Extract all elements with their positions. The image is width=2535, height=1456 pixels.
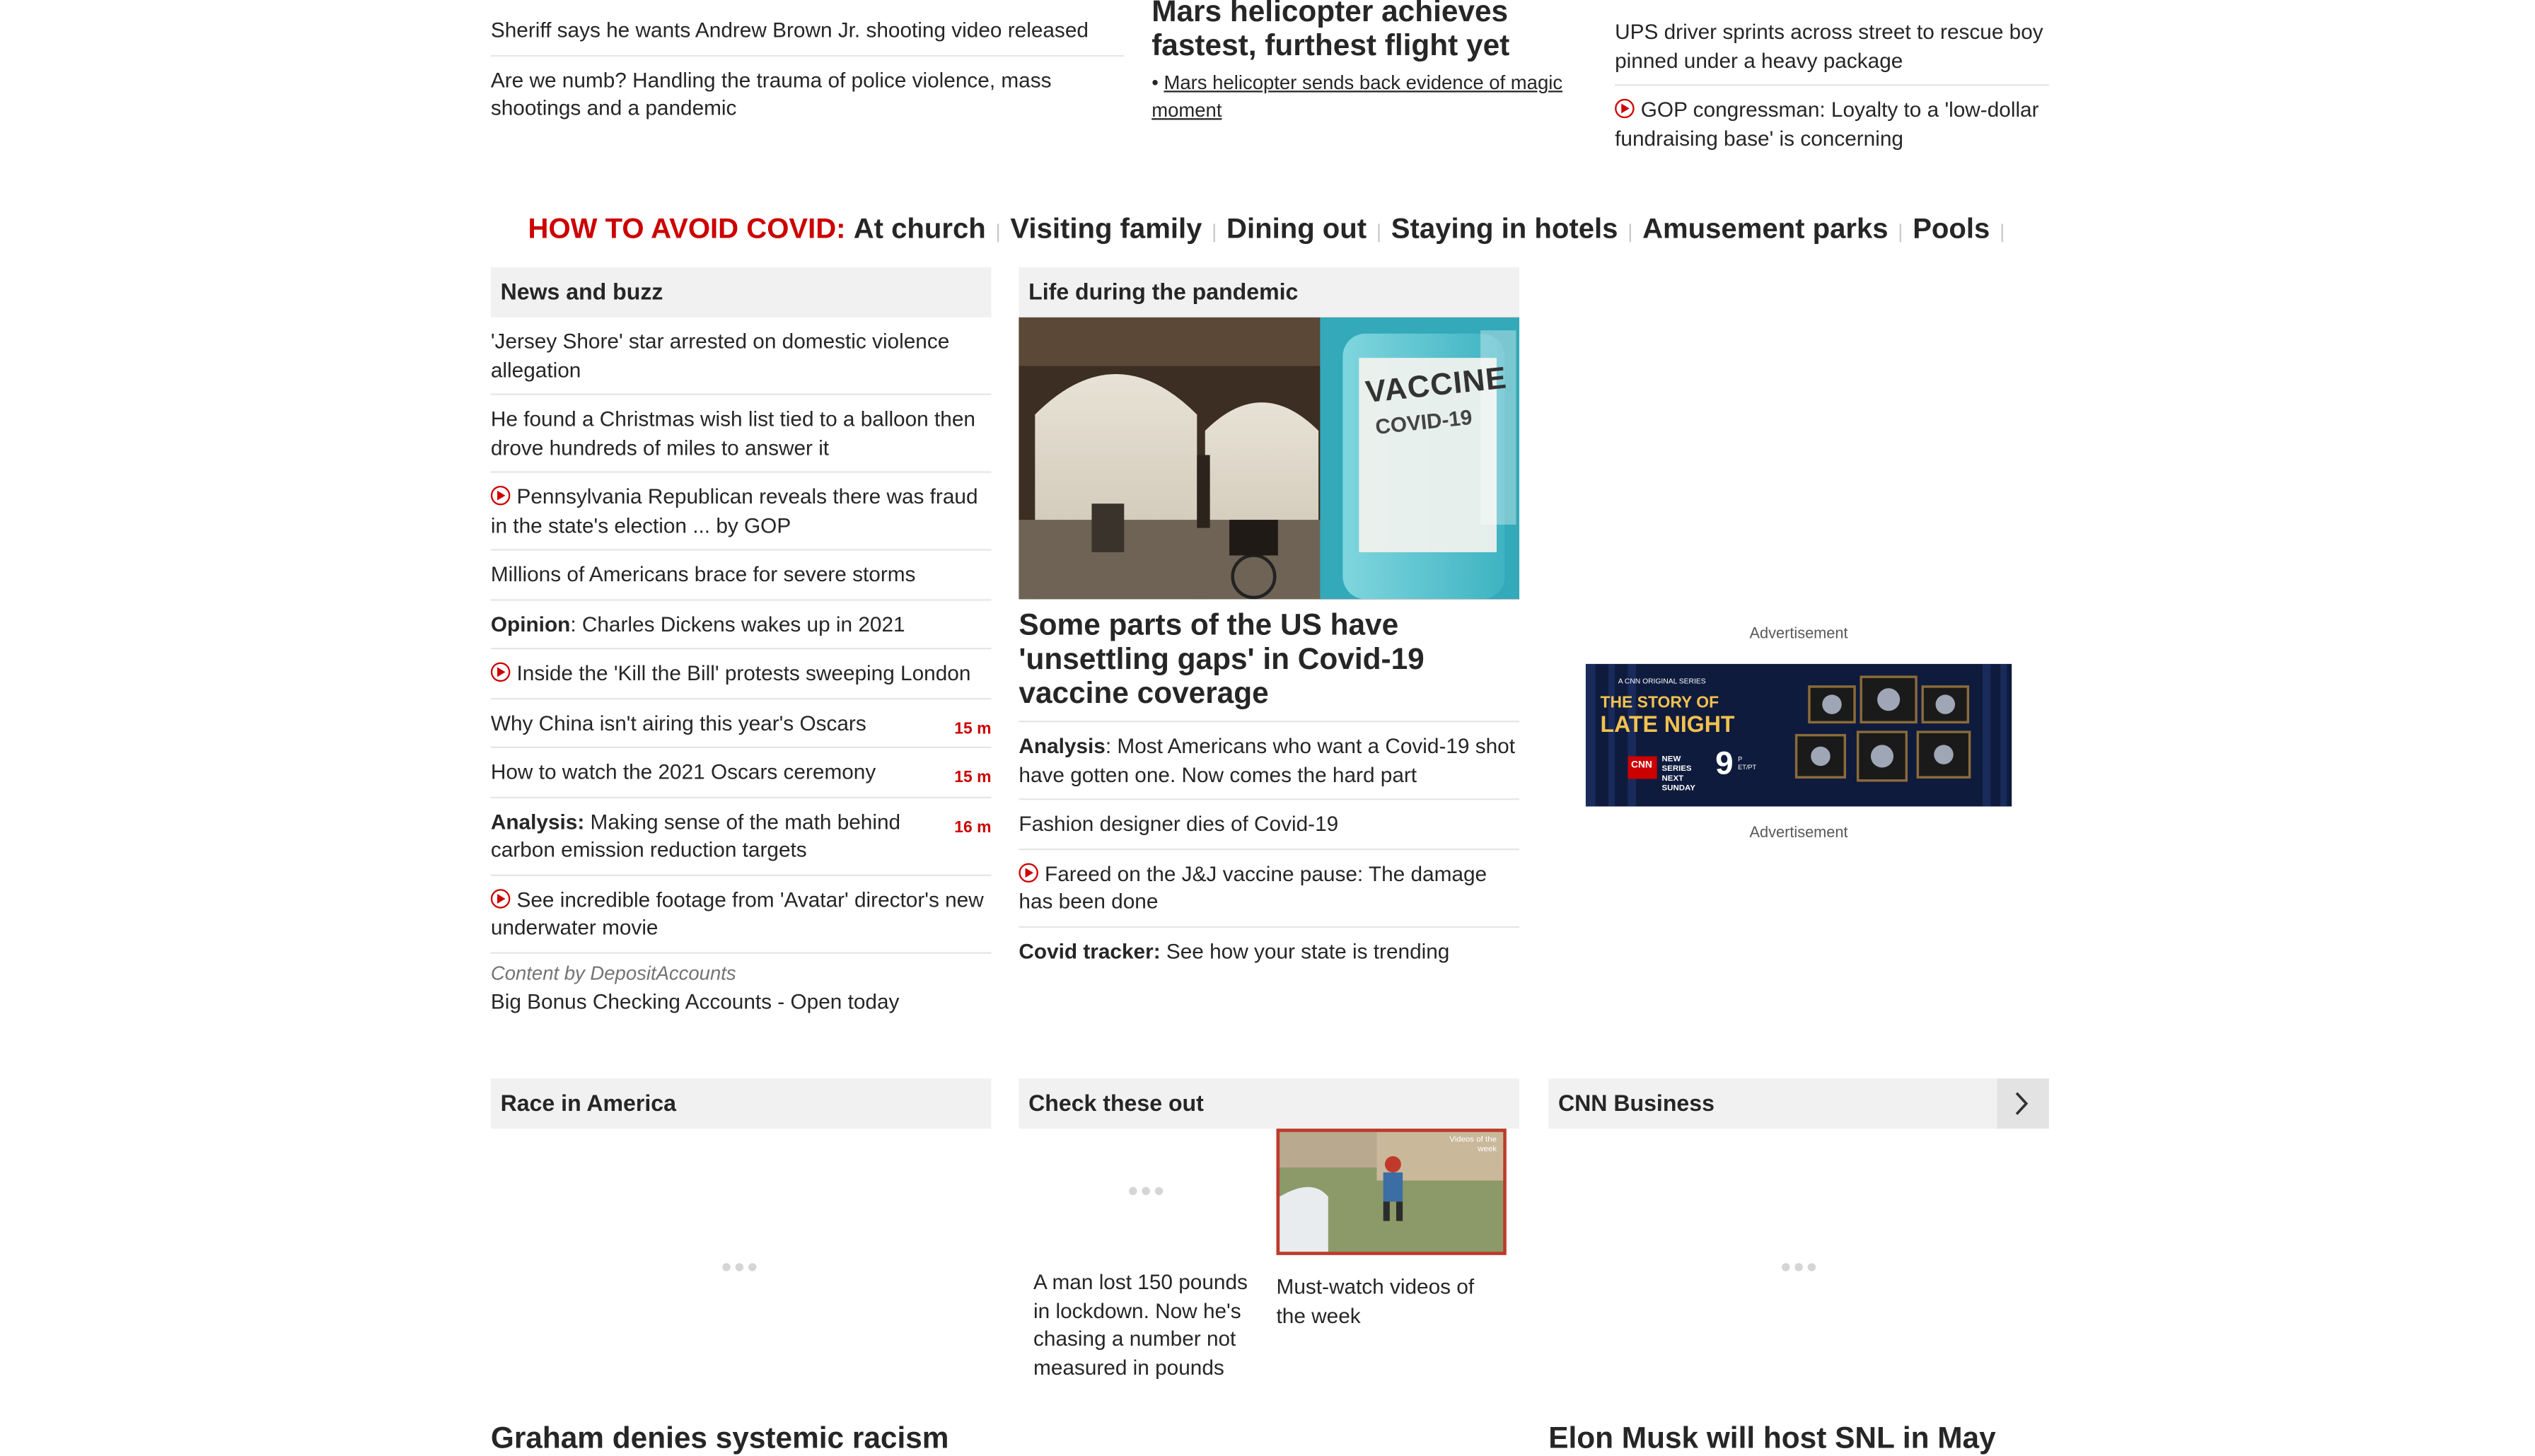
play-icon bbox=[1019, 862, 1038, 882]
ad-banner[interactable]: A CNN ORIGINAL SERIES THE STORY OF LATE … bbox=[1585, 663, 2012, 807]
covid-nav-item[interactable]: Pools bbox=[1913, 212, 1990, 245]
pandemic-section: Life during the pandemic VACCINE COVID-1… bbox=[1019, 267, 1520, 975]
timestamp: 15 m bbox=[954, 769, 992, 787]
covid-nav-item[interactable]: Amusement parks bbox=[1642, 212, 1888, 245]
play-icon bbox=[490, 888, 511, 908]
list-item[interactable]: Fareed on the J&J vaccine pause: The dam… bbox=[1019, 849, 1520, 928]
section-header[interactable]: Check these out bbox=[1019, 1078, 1520, 1129]
loading-dots-icon bbox=[1129, 1187, 1164, 1196]
loading-dots-icon bbox=[722, 1263, 757, 1271]
ad-title: LATE NIGHT bbox=[1600, 711, 1735, 737]
divider: | bbox=[2000, 220, 2005, 243]
check-right-link[interactable]: Must-watch videos of the week bbox=[1277, 1273, 1507, 1329]
list-item[interactable]: Covid tracker: See how your state is tre… bbox=[1019, 927, 1519, 975]
section-header[interactable]: Race in America bbox=[490, 1078, 992, 1129]
list-item[interactable]: Millions of Americans brace for severe s… bbox=[490, 551, 992, 600]
sponsor-link[interactable]: Big Bonus Checking Accounts - Open today bbox=[491, 989, 992, 1013]
ad-when: NEW SERIES NEXT SUNDAY bbox=[1661, 755, 1695, 794]
list-item[interactable]: UPS driver sprints across street to resc… bbox=[1615, 8, 2049, 86]
ad-label: Advertisement bbox=[1749, 824, 1848, 842]
news-buzz-section: News and buzz 'Jersey Shore' star arrest… bbox=[490, 267, 992, 1013]
business-section: CNN Business bbox=[1548, 1078, 2049, 1129]
list-item[interactable]: Analysis: Making sense of the math behin… bbox=[490, 798, 992, 875]
section-header[interactable]: Life during the pandemic bbox=[1019, 267, 1520, 318]
story-headline[interactable]: Mars helicopter achieves fastest, furthe… bbox=[1152, 0, 1597, 62]
list-item[interactable]: Opinion: Charles Dickens wakes up in 202… bbox=[490, 600, 992, 650]
list-item[interactable]: Fashion designer dies of Covid-19 bbox=[1019, 800, 1520, 850]
list-item[interactable]: GOP congressman: Loyalty to a 'low-dolla… bbox=[1615, 86, 2049, 162]
check-left-link[interactable]: A man lost 150 pounds in lockdown. Now h… bbox=[1033, 1268, 1252, 1381]
covid-nav-label: HOW TO AVOID COVID: bbox=[528, 211, 846, 245]
divider: | bbox=[1376, 220, 1382, 243]
list-item[interactable]: Inside the 'Kill the Bill' protests swee… bbox=[490, 649, 992, 699]
list-item[interactable]: Why China isn't airing this year's Oscar… bbox=[490, 699, 992, 748]
section-header[interactable]: News and buzz bbox=[490, 267, 992, 318]
chevron-right-icon[interactable] bbox=[1997, 1078, 2049, 1129]
loading-dots-icon bbox=[1782, 1263, 1816, 1271]
ad-title: THE STORY OF bbox=[1600, 694, 1719, 713]
list-item[interactable]: Sheriff says he wants Andrew Brown Jr. s… bbox=[490, 0, 1125, 57]
cnn-logo-icon: CNN bbox=[1631, 761, 1652, 771]
check-section: Check these out bbox=[1019, 1078, 1520, 1129]
sponsor-by: Content by DepositAccounts bbox=[490, 961, 736, 984]
timestamp: 16 m bbox=[954, 818, 992, 837]
story-headline[interactable]: Some parts of the US have 'unsettling ga… bbox=[1019, 607, 1520, 723]
ad-time: 9 bbox=[1715, 746, 1734, 783]
story-headline[interactable]: Graham denies systemic racism bbox=[491, 1420, 949, 1455]
page: Sheriff says he wants Andrew Brown Jr. s… bbox=[0, 0, 2535, 1454]
story-sub-link[interactable]: • Mars helicopter sends back evidence of… bbox=[1152, 69, 1597, 124]
divider: | bbox=[1898, 220, 1903, 243]
list-item[interactable]: He found a Christmas wish list tied to a… bbox=[490, 395, 992, 473]
section-header[interactable]: CNN Business bbox=[1548, 1078, 2049, 1129]
covid-nav-bar: HOW TO AVOID COVID: At church | Visiting f… bbox=[528, 212, 2014, 246]
list-item[interactable]: How to watch the 2021 Oscars ceremony 15 … bbox=[490, 748, 992, 798]
ad-label: Advertisement bbox=[1749, 624, 1848, 643]
vaccine-photo bbox=[1019, 317, 1520, 600]
top-middle-story: Mars helicopter achieves fastest, furthe… bbox=[1152, 0, 1597, 124]
race-section: Race in America bbox=[490, 1078, 992, 1129]
top-right-list: UPS driver sprints across street to resc… bbox=[1615, 8, 2049, 162]
play-icon bbox=[1615, 98, 1635, 119]
covid-nav-item[interactable]: At church bbox=[854, 212, 986, 245]
covid-nav-item[interactable]: Dining out bbox=[1226, 212, 1367, 245]
play-icon bbox=[490, 662, 511, 682]
covid-nav-item[interactable]: Staying in hotels bbox=[1391, 212, 1618, 245]
divider: | bbox=[995, 220, 1001, 243]
ad-timezone: P ET/PT bbox=[1738, 755, 1757, 771]
video-thumbnail[interactable]: Videos of the week bbox=[1276, 1129, 1507, 1255]
vaccine-image[interactable]: VACCINE COVID-19 bbox=[1019, 317, 1520, 600]
list-item[interactable]: Analysis: Most Americans who want a Covi… bbox=[1019, 722, 1520, 800]
list-item[interactable]: 'Jersey Shore' star arrested on domestic… bbox=[490, 318, 992, 395]
covid-nav-item[interactable]: Visiting family bbox=[1010, 212, 1202, 245]
list-item[interactable]: Are we numb? Handling the trauma of poli… bbox=[491, 56, 1124, 132]
list-item[interactable]: Pennsylvania Republican reveals there wa… bbox=[490, 473, 992, 551]
play-icon bbox=[490, 486, 511, 506]
thumb-label: Videos of the week bbox=[1449, 1135, 1497, 1154]
ad-small-text: A CNN ORIGINAL SERIES bbox=[1618, 677, 1706, 685]
story-headline[interactable]: Elon Musk will host SNL in May bbox=[1548, 1420, 1995, 1455]
divider: | bbox=[1212, 220, 1217, 243]
top-left-list: Sheriff says he wants Andrew Brown Jr. s… bbox=[490, 0, 1125, 132]
divider: | bbox=[1628, 220, 1633, 243]
list-item[interactable]: See incredible footage from 'Avatar' dir… bbox=[490, 875, 992, 953]
timestamp: 15 m bbox=[954, 719, 992, 738]
